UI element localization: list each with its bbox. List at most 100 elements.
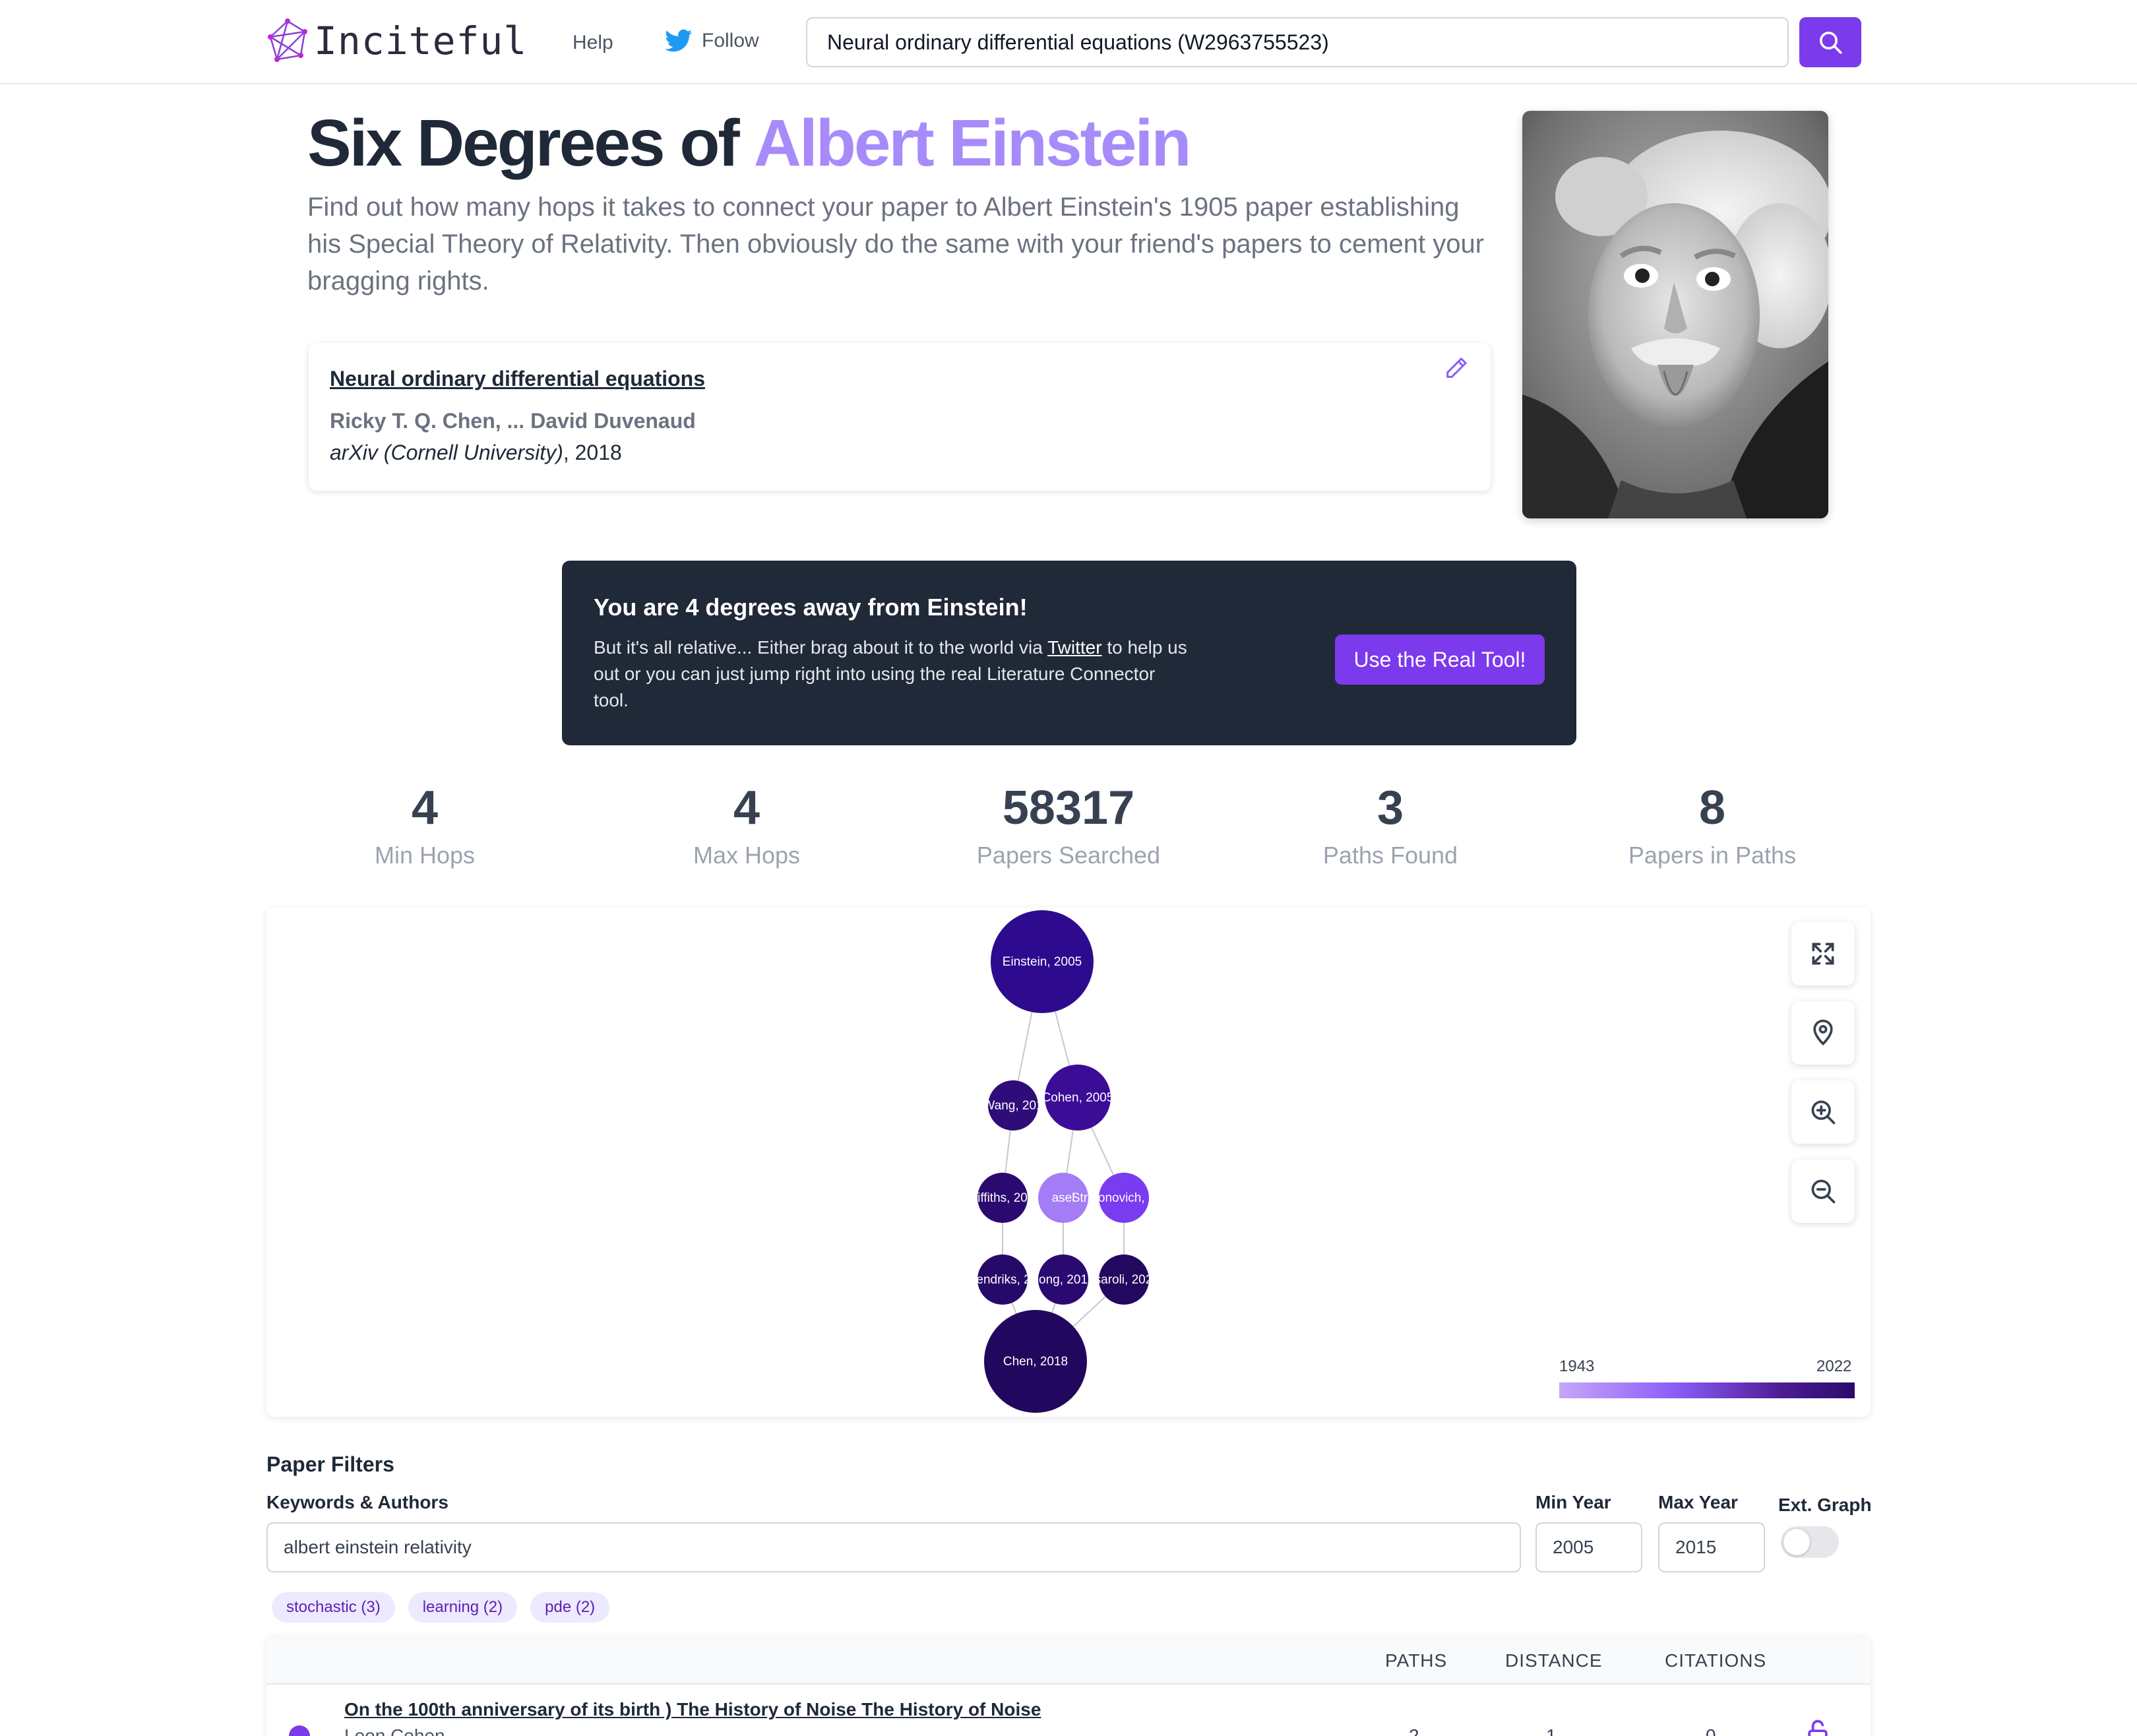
- min-year-label: Min Year: [1535, 1492, 1611, 1512]
- th-paths[interactable]: PATHS: [1385, 1650, 1447, 1671]
- locate-button[interactable]: [1791, 1001, 1855, 1065]
- row-title-link[interactable]: On the 100th anniversary of its birth ) …: [344, 1699, 1041, 1720]
- nav-help-link[interactable]: Help: [573, 32, 613, 54]
- zoom-out-icon: [1811, 1179, 1836, 1204]
- graph-node-label: Wang, 201: [983, 1099, 1043, 1113]
- graph-node-label: Stratonovich, 1966: [1072, 1191, 1176, 1205]
- logo-network-icon: [268, 18, 307, 62]
- search-input[interactable]: [806, 17, 1789, 67]
- title-accent: Albert Einstein: [753, 106, 1192, 180]
- graph-node-cohen[interactable]: Cohen, 2005: [1042, 1065, 1114, 1131]
- zoom-in-icon: [1811, 1100, 1836, 1125]
- legend-max-year: 2022: [1816, 1357, 1852, 1375]
- graph-node-wang[interactable]: Wang, 201: [983, 1080, 1043, 1131]
- year-color-legend: [1559, 1382, 1855, 1398]
- stat-value: 3: [1377, 782, 1404, 834]
- paper-venue: arXiv (Cornell University), 2018: [330, 441, 622, 465]
- paper-year: , 2018: [563, 441, 622, 464]
- keyword-chip[interactable]: pde (2): [530, 1592, 610, 1623]
- filters-title: Paper Filters: [266, 1452, 394, 1476]
- toggle-knob: [1783, 1529, 1810, 1555]
- top-navbar: Inciteful Help Follow: [0, 0, 2137, 84]
- graph-node-einstein[interactable]: Einstein, 2005: [991, 910, 1094, 1013]
- stat-paths-found: 3 Paths Found: [1229, 778, 1551, 884]
- row-citations: 0: [1706, 1725, 1716, 1736]
- banner-text-before: But it's all relative... Either brag abo…: [594, 637, 1048, 658]
- pencil-icon[interactable]: [1443, 355, 1470, 381]
- unlock-icon[interactable]: [1803, 1718, 1832, 1736]
- stat-min-hops: 4 Min Hops: [264, 778, 586, 884]
- stat-max-hops: 4 Max Hops: [586, 778, 908, 884]
- stat-label: Max Hops: [693, 842, 801, 869]
- banner-text: But it's all relative... Either brag abo…: [594, 635, 1187, 714]
- keyword-chips: stochastic (3) learning (2) pde (2): [272, 1592, 610, 1623]
- paper-authors: Ricky T. Q. Chen, ... David Duvenaud: [330, 409, 696, 433]
- graph-node-griffiths[interactable]: Griffiths, 2017: [964, 1173, 1041, 1223]
- stat-papers-in-paths: 8 Papers in Paths: [1551, 778, 1873, 884]
- twitter-link[interactable]: Twitter: [1047, 637, 1101, 658]
- fullscreen-button[interactable]: [1791, 922, 1855, 985]
- stat-label: Papers Searched: [976, 842, 1161, 869]
- stat-value: 4: [733, 782, 760, 834]
- use-real-tool-button[interactable]: Use the Real Tool!: [1335, 635, 1545, 685]
- stat-label: Papers in Paths: [1628, 842, 1797, 869]
- stat-value: 8: [1698, 782, 1726, 834]
- page-title: Six Degrees of Albert Einstein: [307, 106, 1192, 181]
- logo-text: Inciteful: [314, 18, 528, 63]
- graph-node-label: Hendriks, 20: [968, 1273, 1038, 1287]
- row-expand-icon[interactable]: [289, 1725, 310, 1736]
- graph-node-stratonovich[interactable]: Stratonovich, 1966: [1072, 1173, 1176, 1223]
- graph-node-label: Einstein, 2005: [1003, 955, 1082, 969]
- stats-row: 4 Min Hops 4 Max Hops 58317 Papers Searc…: [264, 778, 1873, 884]
- keyword-chip[interactable]: learning (2): [408, 1592, 518, 1623]
- follow-label: Follow: [702, 30, 759, 51]
- zoom-out-button[interactable]: [1791, 1160, 1855, 1223]
- row-paths: 2: [1409, 1725, 1419, 1736]
- zoom-in-button[interactable]: [1791, 1080, 1855, 1144]
- selected-paper-card: Neural ordinary differential equations R…: [309, 343, 1491, 491]
- citation-graph-panel[interactable]: Einstein, 2005 Wang, 201 Cohen, 2005 Griffi…: [266, 908, 1871, 1417]
- einstein-photo: [1522, 111, 1828, 518]
- stat-label: Min Hops: [374, 842, 476, 869]
- graph-node-label: Long, 2017: [1032, 1273, 1094, 1287]
- citation-network[interactable]: Einstein, 2005 Wang, 201Cohen, 2005 Griffi…: [266, 908, 1871, 1417]
- graph-node-assaroli[interactable]: ssaroli, 2022: [1088, 1255, 1160, 1305]
- graph-node-long[interactable]: Long, 2017: [1032, 1255, 1095, 1305]
- map-pin-icon: [1813, 1019, 1833, 1046]
- graph-node-hendriks[interactable]: Hendriks, 20: [968, 1255, 1038, 1305]
- keyword-chip[interactable]: stochastic (3): [272, 1592, 395, 1623]
- graph-node-label: Chen, 2018: [1003, 1355, 1068, 1369]
- stat-value: 4: [411, 782, 439, 834]
- stat-value: 58317: [1002, 782, 1135, 834]
- keywords-input[interactable]: [266, 1522, 1521, 1572]
- ext-graph-label: Ext. Graph: [1778, 1495, 1872, 1515]
- venue-name: arXiv (Cornell University): [330, 441, 563, 464]
- th-distance[interactable]: DISTANCE: [1505, 1650, 1603, 1671]
- keywords-label: Keywords & Authors: [266, 1492, 449, 1512]
- stat-label: Paths Found: [1322, 842, 1458, 869]
- title-prefix: Six Degrees of: [307, 106, 740, 180]
- search-icon: [1820, 32, 1842, 54]
- papers-table: PATHS DISTANCE CITATIONS On the 100th an…: [266, 1636, 1871, 1736]
- max-year-label: Max Year: [1658, 1492, 1738, 1512]
- stat-papers-searched: 58317 Papers Searched: [908, 778, 1229, 884]
- row-author: Leon Cohen: [344, 1725, 445, 1736]
- twitter-icon: [665, 29, 693, 52]
- table-header: PATHS DISTANCE CITATIONS: [266, 1636, 1871, 1685]
- graph-node-chen[interactable]: Chen, 2018: [984, 1310, 1087, 1413]
- max-year-input[interactable]: [1658, 1522, 1765, 1572]
- ext-graph-toggle[interactable]: [1781, 1526, 1839, 1558]
- min-year-input[interactable]: [1535, 1522, 1642, 1572]
- graph-node-label: Griffiths, 2017: [964, 1191, 1041, 1205]
- legend-min-year: 1943: [1559, 1357, 1595, 1375]
- graph-node-label: Cohen, 2005: [1042, 1091, 1114, 1105]
- banner-title: You are 4 degrees away from Einstein!: [594, 594, 1028, 621]
- row-distance: 1: [1546, 1725, 1557, 1736]
- search-button[interactable]: [1799, 17, 1861, 67]
- graph-node-label: ssaroli, 2022: [1088, 1273, 1160, 1287]
- logo[interactable]: Inciteful: [264, 17, 527, 65]
- th-citations[interactable]: CITATIONS: [1665, 1650, 1766, 1671]
- paper-title-link[interactable]: Neural ordinary differential equations: [330, 367, 705, 391]
- hero-description: Find out how many hops it takes to conne…: [307, 193, 1485, 295]
- nav-follow-link[interactable]: Follow: [665, 29, 759, 53]
